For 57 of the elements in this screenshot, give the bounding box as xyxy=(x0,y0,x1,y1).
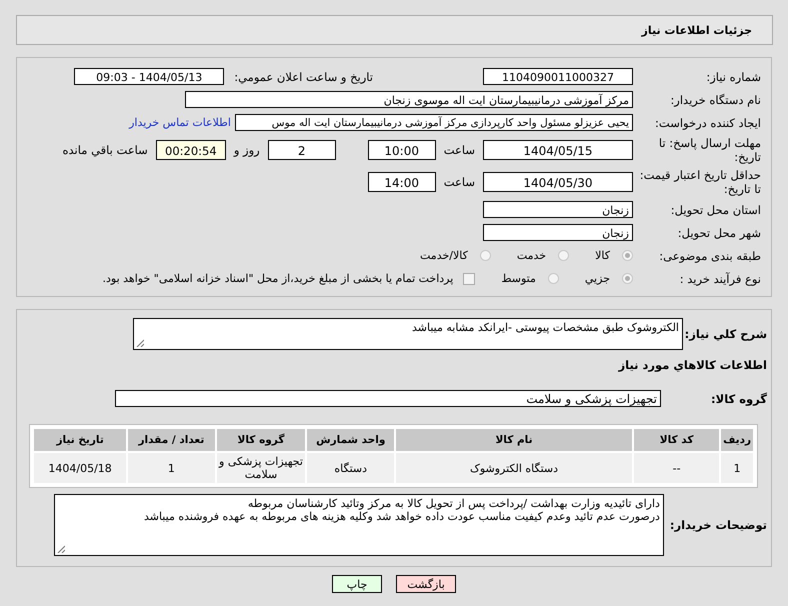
table-cell: تجهیزات پزشکی و سلامت xyxy=(216,453,306,483)
table-cell: 1404/05/18 xyxy=(34,453,126,483)
field-label: تاریخ و ساعت اعلان عمومي: xyxy=(234,70,373,84)
field-label: نوع فرآیند خرید : xyxy=(678,272,762,286)
field-label: حداقل تاریخ اعتبار قیمت: تا تاریخ: xyxy=(638,168,762,196)
table-cell: دستگاه الکتروشوک xyxy=(396,453,632,483)
column-header: گروه کالا xyxy=(216,429,306,451)
option-label: پرداخت تمام یا بخشی از مبلغ خرید،از محل "اسناد خزانه اسلامی" خواهد بود. xyxy=(102,272,454,285)
table-cell: 1 xyxy=(721,453,753,483)
time-field: 10:00 xyxy=(368,140,436,160)
description-textarea: الکتروشوک طبق مشخصات پیوستی -ایرانکد مشابه میباشد xyxy=(133,318,683,350)
days-field: 2 xyxy=(268,140,336,160)
field-label: توضیحات خریدار: xyxy=(670,518,768,532)
buyer-contact-link[interactable]: اطلاعات تماس خریدار xyxy=(129,116,231,129)
goods-group-field: تجهیزات پزشکی و سلامت xyxy=(115,390,661,407)
table-cell: دستگاه xyxy=(307,453,394,483)
buyer-org-field: مرکز آموزشی درمانیبیمارستان ایت اله موسوی زنجان xyxy=(185,91,633,108)
buyer-notes-textarea: دارای تائیدیه وزارت بهداشت /پرداخت پس از تحویل کالا به مرکز وتائید کارشناسان مربوطه درصورت عدم تائید وعدم کیفیت مناسب عودت داده خواهد شد وکلیه هزینه های مربوطه به عهده فروشنده میباشد xyxy=(54,494,664,556)
column-header: تعداد / مقدار xyxy=(128,429,215,451)
remaining-label: ساعت باقي مانده xyxy=(62,143,148,157)
column-header: کد کالا xyxy=(634,429,720,451)
field-label: شماره نیاز: xyxy=(705,70,762,84)
column-header: ردیف xyxy=(721,429,753,451)
date-field: 1404/05/15 xyxy=(483,140,633,160)
section-title: اطلاعات کالاهاي مورد نیاز xyxy=(617,358,767,372)
field-label: طبقه بندی موضوعی: xyxy=(658,248,762,262)
field-label: نام دستگاه خریدار: xyxy=(669,92,762,106)
field-label: شرح کلي نیاز: xyxy=(684,327,768,341)
field-label: استان محل تحویل: xyxy=(670,202,762,216)
column-header: نام کالا xyxy=(396,429,632,451)
option-label: متوسط xyxy=(501,272,536,285)
option-label: خدمت xyxy=(516,249,546,262)
field-label: مهلت ارسال پاسخ: تا تاریخ: xyxy=(658,136,762,164)
days-label: روز و xyxy=(234,143,260,157)
remaining-time-field: 00:20:54 xyxy=(156,140,226,160)
time-field: 14:00 xyxy=(368,172,436,192)
table-cell: 1 xyxy=(128,453,215,483)
date-field: 1404/05/30 xyxy=(483,172,633,192)
page-title: جزئیات اطلاعات نیاز xyxy=(642,24,752,36)
print-button[interactable]: چاپ xyxy=(332,575,382,593)
option-label: جزیي xyxy=(584,272,610,285)
option-label: کالا xyxy=(595,249,610,262)
province-field: زنجان xyxy=(483,201,633,218)
creator-field: یحیی عزیزلو مسئول واحد کارپردازی مرکز آموزشی درمانیبیمارستان ایت اله موس xyxy=(235,114,633,131)
field-label: ایجاد کننده درخواست: xyxy=(654,116,762,130)
time-label: ساعت xyxy=(444,175,475,189)
back-button[interactable]: بازگشت xyxy=(396,575,456,593)
city-field: زنجان xyxy=(483,224,633,241)
option-label: کالا/خدمت xyxy=(420,249,468,262)
table-cell: -- xyxy=(634,453,720,483)
announce-date-field: 1404/05/13 - 09:03 xyxy=(74,68,224,85)
column-header: واحد شمارش xyxy=(307,429,394,451)
need-number-field: 1104090011000327 xyxy=(483,68,633,85)
column-header: تاریخ نیاز xyxy=(34,429,126,451)
time-label: ساعت xyxy=(444,143,475,157)
field-label: گروه کالا: xyxy=(710,392,768,406)
field-label: شهر محل تحویل: xyxy=(676,226,762,240)
